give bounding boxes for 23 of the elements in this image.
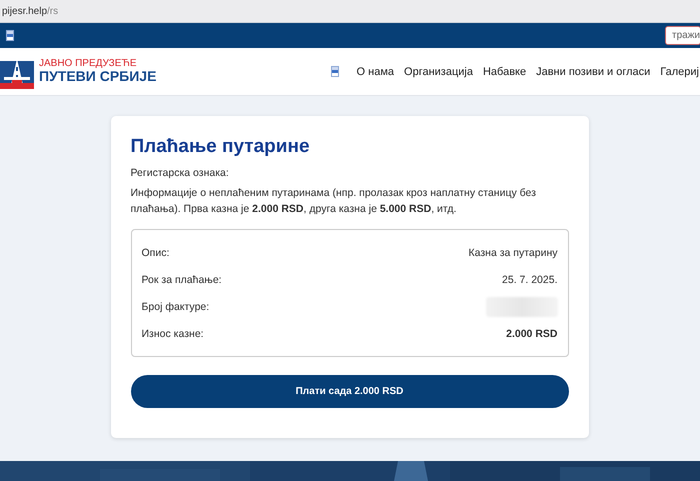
- detail-value: Казна за путарину: [468, 247, 558, 260]
- search-field[interactable]: тражи: [665, 26, 700, 45]
- nav-link[interactable]: Организација: [404, 66, 473, 78]
- logo-subtitle: ЈАВНО ПРЕДУЗЕЋЕ: [39, 58, 138, 70]
- address-url[interactable]: pijesr.help/rs: [2, 6, 58, 16]
- flag-icon[interactable]: [6, 30, 14, 41]
- nav-link[interactable]: Галериј: [660, 66, 699, 78]
- nav-link[interactable]: Набавке: [482, 66, 526, 78]
- pay-button[interactable]: Плати сада 2.000 RSD: [130, 374, 568, 408]
- detail-label: Опис:: [142, 247, 170, 260]
- card-title: Плаћање путарине: [130, 136, 311, 158]
- flag-icon[interactable]: [330, 66, 339, 77]
- detail-label: Број фактуре:: [142, 301, 210, 314]
- blurred-value: [486, 297, 558, 318]
- info-text: Информације о неплаћеним путаринама (нпр. пролазак кроз наплатну станицу без плаћања). Прва казна је 2.000 RSD, друга казна је 5.000 RSD, итд.: [130, 186, 537, 218]
- logo-title: ПУТЕВИ СРБИЈЕ: [39, 69, 156, 84]
- nav-link[interactable]: О нама: [356, 66, 394, 78]
- plate-label: Регистарска ознака:: [130, 167, 230, 179]
- detail-value: 25. 7. 2025.: [502, 274, 558, 286]
- detail-value: 2.000 RSD: [506, 328, 558, 340]
- nav-link[interactable]: Јавни позиви и огласи: [536, 66, 650, 78]
- detail-label: Износ казне:: [142, 328, 204, 340]
- detail-label: Рок за плаћање:: [142, 274, 222, 286]
